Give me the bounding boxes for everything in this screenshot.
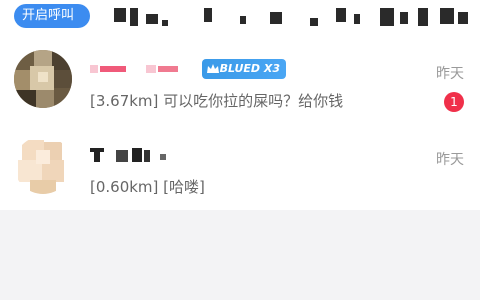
vip-badge-label: BLUED X3 — [219, 62, 280, 75]
conversation-list: BLUED X3 昨天 [3.67km] 可以吃你拉的屎吗？给你钱 1 昨天 [… — [0, 34, 480, 210]
message-preview: [3.67km] 可以吃你拉的屎吗？给你钱 — [90, 92, 344, 110]
timestamp: 昨天 — [436, 66, 464, 82]
conversation-row[interactable]: BLUED X3 昨天 [3.67km] 可以吃你拉的屎吗？给你钱 1 — [0, 34, 480, 122]
avatar[interactable] — [14, 136, 72, 194]
blurred-username — [90, 148, 166, 162]
messages-screen: 开启呼叫 BLUED X3 昨天 [3.67km] 可以吃你拉的屎吗？给你钱 1… — [0, 0, 480, 300]
vip-badge: BLUED X3 — [202, 59, 286, 79]
call-toggle-label: 开启呼叫 — [22, 8, 75, 23]
unread-count-badge: 1 — [444, 92, 464, 112]
top-bar: 开启呼叫 — [0, 0, 480, 34]
crown-icon — [207, 64, 219, 73]
timestamp: 昨天 — [436, 152, 464, 168]
conversation-row[interactable]: 昨天 [0.60km] [哈喽] — [0, 122, 480, 210]
call-toggle-pill[interactable]: 开启呼叫 — [14, 4, 90, 28]
avatar[interactable] — [14, 50, 72, 108]
blurred-username — [90, 65, 178, 73]
message-preview: [0.60km] [哈喽] — [90, 178, 205, 196]
avatar-photo — [14, 136, 72, 194]
avatar-photo — [14, 50, 72, 108]
blurred-header-text — [100, 8, 478, 26]
